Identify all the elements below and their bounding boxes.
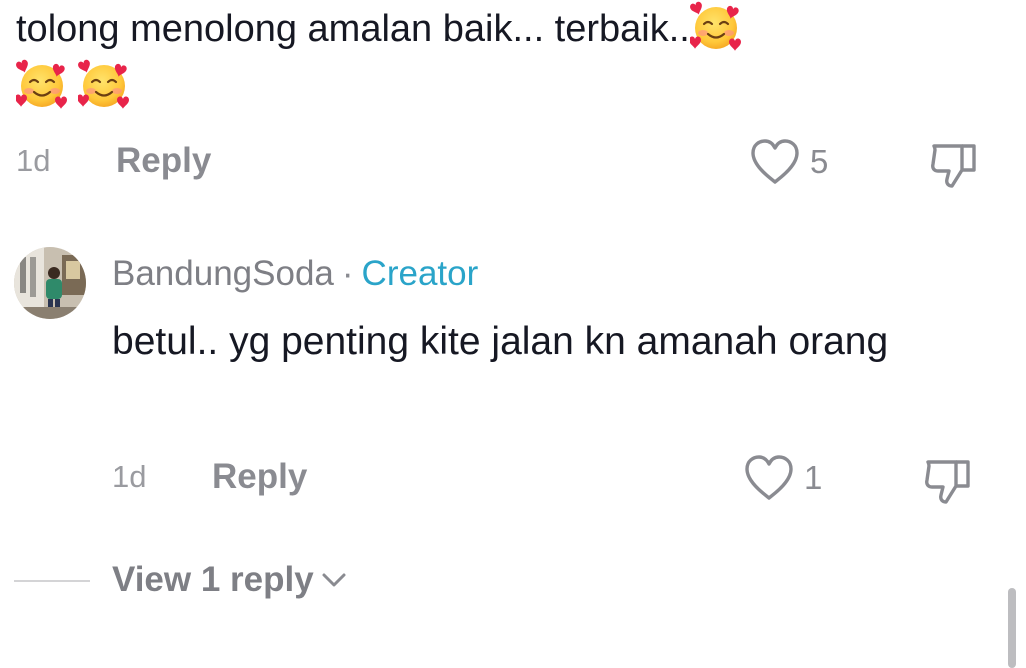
creator-badge: Creator bbox=[361, 254, 479, 293]
chevron-down-icon bbox=[322, 573, 346, 587]
heart-outline-icon bbox=[745, 455, 793, 500]
reply-dislike-button[interactable] bbox=[922, 454, 974, 506]
scrollbar-thumb[interactable] bbox=[1008, 588, 1016, 668]
parent-like-button[interactable]: 5 bbox=[750, 139, 828, 185]
smiling-face-with-hearts-emoji bbox=[690, 1, 742, 53]
reply-username[interactable]: BandungSoda bbox=[112, 254, 334, 293]
reply-like-button[interactable]: 1 bbox=[744, 455, 822, 501]
view-replies-label: View 1 reply bbox=[112, 560, 314, 599]
thumbs-down-icon bbox=[931, 144, 976, 188]
heart-outline-icon bbox=[751, 139, 799, 184]
parent-reply-button[interactable]: Reply bbox=[116, 141, 211, 181]
smiling-face-with-hearts-emoji bbox=[16, 59, 68, 111]
reply-comment-timestamp: 1d bbox=[112, 459, 147, 494]
thumbs-down-icon bbox=[925, 460, 970, 504]
reply-reply-button[interactable]: Reply bbox=[212, 457, 307, 497]
reply-like-count: 1 bbox=[804, 459, 823, 496]
view-replies-button[interactable]: View 1 reply bbox=[112, 556, 348, 604]
parent-comment-text: tolong menolong amalan baik... terbaik.. bbox=[16, 0, 1006, 116]
avatar-photo bbox=[14, 247, 86, 319]
replies-divider bbox=[14, 580, 90, 582]
parent-dislike-button[interactable] bbox=[928, 138, 980, 190]
smiling-face-with-hearts-emoji bbox=[78, 59, 130, 111]
separator-dot: · bbox=[341, 254, 354, 293]
parent-comment-body: tolong menolong amalan baik... terbaik.. bbox=[16, 8, 690, 50]
reply-comment-text: betul.. yg penting kite jalan kn amanah … bbox=[112, 320, 889, 363]
creator-avatar[interactable] bbox=[14, 247, 86, 319]
parent-like-count: 5 bbox=[810, 143, 829, 180]
parent-comment-timestamp: 1d bbox=[16, 143, 51, 178]
reply-author-line: BandungSoda · Creator bbox=[112, 252, 478, 296]
